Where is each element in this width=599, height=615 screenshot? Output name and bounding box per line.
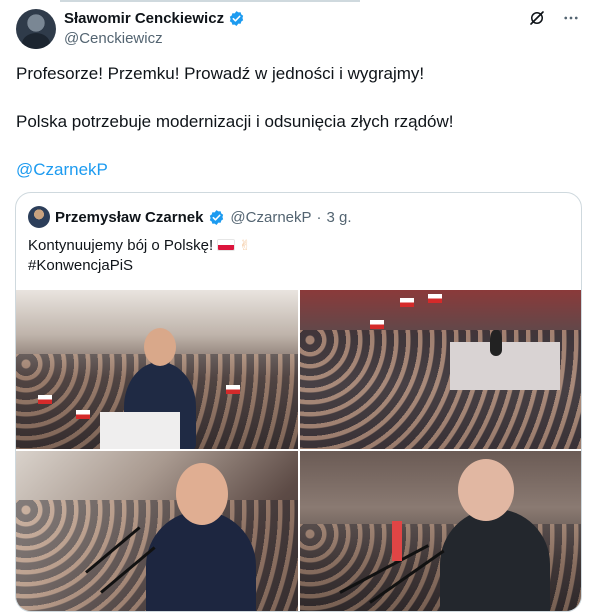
tweet-text-line: Profesorze! Przemku! Prowadź w jedności … [16, 64, 425, 83]
author-avatar[interactable] [16, 9, 56, 49]
photo-hall-crowd[interactable] [300, 290, 581, 449]
tweet-text-line: Polska potrzebuje modernizacji i odsunię… [16, 112, 454, 131]
quoted-tweet-header: Przemysław Czarnek @CzarnekP · 3 g. [28, 206, 352, 228]
author-display-name[interactable]: Sławomir Cenckiewicz [64, 10, 224, 27]
photo-speaker-podium[interactable] [16, 290, 298, 449]
photo-speaker-closeup[interactable] [16, 451, 298, 611]
author-handle[interactable]: @Cenckiewicz [64, 30, 245, 47]
polish-flag-icon [217, 239, 236, 251]
victory-hand-icon: ✌ [239, 237, 251, 253]
verified-badge-icon [229, 10, 244, 26]
mention-link[interactable]: @CzarnekP [16, 160, 108, 179]
photo-elder-speaker[interactable] [300, 451, 581, 611]
separator-dot: · [316, 208, 322, 226]
tweet-header: Sławomir Cenckiewicz @Cenckiewicz [64, 8, 245, 47]
tweet-text: Profesorze! Przemku! Prowadź w jedności … [16, 62, 576, 182]
hashtag-link[interactable]: #KonwencjaPiS [28, 256, 251, 276]
previous-tweet-edge [0, 0, 599, 4]
quoted-author-handle[interactable]: @CzarnekP [230, 209, 311, 226]
quoted-text-line: Kontynuujemy bój o Polskę! [28, 237, 214, 254]
quoted-author-avatar[interactable] [28, 206, 50, 228]
more-icon[interactable] [561, 8, 581, 28]
tweet-actions [527, 8, 581, 28]
quoted-tweet-text: Kontynuujemy bój o Polskę! ✌ #KonwencjaPi… [28, 235, 251, 276]
quoted-tweet-card[interactable]: Przemysław Czarnek @CzarnekP · 3 g. Kont… [15, 192, 582, 612]
quoted-tweet-time[interactable]: 3 g. [327, 209, 352, 226]
quoted-author-display-name[interactable]: Przemysław Czarnek [55, 209, 203, 226]
verified-badge-icon [210, 209, 224, 225]
grok-icon[interactable] [527, 8, 547, 28]
photo-grid [16, 290, 581, 611]
